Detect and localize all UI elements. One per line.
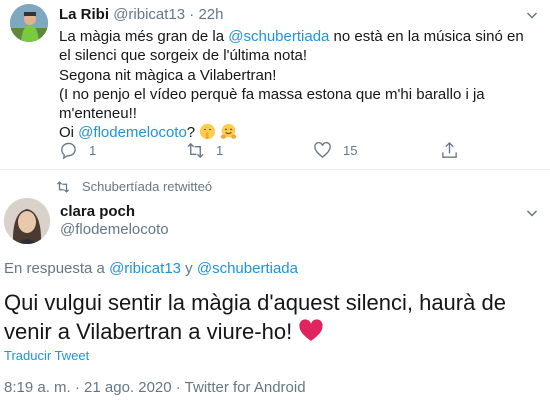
main-tweet-text: Qui vulgui sentir la màgia d'aquest sile…: [4, 288, 534, 346]
reply-count: 1: [89, 143, 97, 158]
tweet-line: La màgia més gran de la @schubertiada no…: [59, 27, 529, 66]
tweet-metadata[interactable]: 8:19 a. m. · 21 ago. 2020 · Twitter for …: [4, 379, 306, 396]
like-button[interactable]: 15: [313, 141, 357, 160]
retweet-notice[interactable]: Schubertíada retwitteó: [56, 179, 212, 194]
share-button[interactable]: [440, 141, 470, 160]
main-tweet-content: Qui vulgui sentir la màgia d'aquest sile…: [4, 290, 506, 344]
retweet-button[interactable]: 1: [186, 141, 223, 160]
retweet-count: 1: [216, 143, 224, 158]
red-heart-icon: [299, 319, 323, 341]
tweet-time[interactable]: 22h: [198, 6, 223, 23]
text-segment: ?: [186, 124, 196, 142]
translate-tweet-link[interactable]: Traducir Tweet: [4, 348, 89, 363]
tweet-first[interactable]: La Ribi @ribicat13 · 22h La màgia més gr…: [0, 0, 550, 170]
tweet-header: La Ribi @ribicat13 · 22h: [59, 6, 224, 23]
tweet-actions: 1 1 15: [59, 141, 479, 163]
tweet-line: (I no penjo el vídeo perquè fa massa est…: [59, 85, 485, 123]
tweet-text: La màgia més gran de la @schubertiada no…: [59, 27, 529, 143]
reply-and: y: [181, 260, 197, 277]
share-icon: [442, 141, 457, 158]
tweet-line: Segona nit màgica a Vilabertran!: [59, 66, 277, 84]
text-segment: La màgia més gran de la: [59, 28, 229, 45]
author-name[interactable]: La Ribi: [59, 6, 109, 23]
avatar-la-ribi[interactable]: [10, 4, 48, 42]
author-name[interactable]: clara poch: [60, 203, 135, 220]
author-handle[interactable]: @flodemelocoto: [60, 221, 169, 238]
reply-prefix: En respuesta a: [4, 260, 110, 277]
text-segment: Oi: [59, 124, 79, 142]
separator-dot: ·: [189, 6, 195, 23]
avatar-clara-poch[interactable]: [4, 198, 50, 244]
hugging-face-icon: [221, 124, 237, 140]
shushing-face-icon: [200, 124, 216, 140]
mention-link[interactable]: @schubertiada: [228, 28, 329, 45]
retweet-notice-text: Schubertíada retwitteó: [82, 179, 213, 194]
like-count: 15: [343, 143, 358, 158]
heart-outline-icon: [314, 141, 331, 159]
retweet-icon: [187, 142, 204, 159]
chevron-down-icon[interactable]: [526, 9, 538, 21]
retweet-icon: [56, 180, 70, 193]
reply-context: En respuesta a @ribicat13 y @schubertiad…: [4, 260, 298, 277]
mention-link[interactable]: @schubertiada: [197, 260, 298, 277]
reply-icon: [61, 142, 76, 160]
tweet-line: Oi @flodemelocoto?: [59, 123, 529, 142]
mention-link[interactable]: @flodemelocoto: [78, 124, 187, 141]
chevron-down-icon[interactable]: [526, 207, 538, 219]
mention-link[interactable]: @ribicat13: [109, 260, 181, 277]
reply-button[interactable]: 1: [59, 141, 96, 160]
author-handle[interactable]: @ribicat13: [113, 6, 185, 23]
